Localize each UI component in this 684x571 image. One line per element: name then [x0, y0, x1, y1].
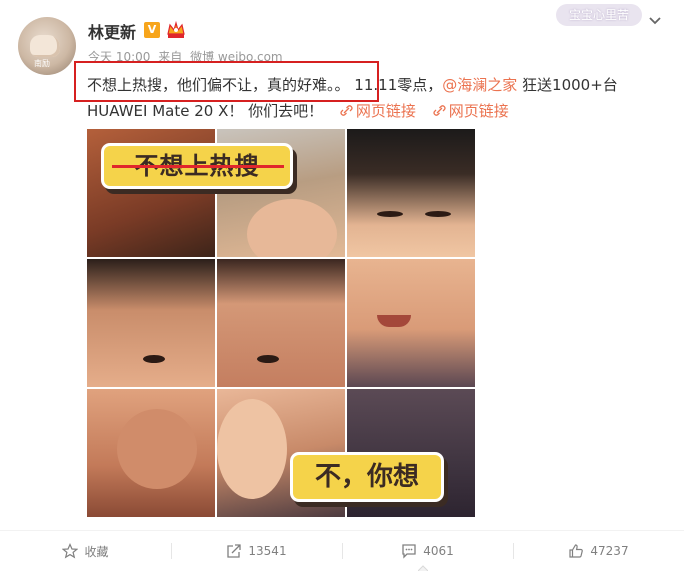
- thumbs-up-icon: [569, 544, 584, 558]
- image-tile-7[interactable]: [87, 389, 215, 517]
- link-icon: [433, 105, 446, 116]
- web-link-2-label: 网页链接: [448, 102, 509, 120]
- comment-icon: [402, 544, 416, 559]
- mention-link[interactable]: @海澜之家: [442, 76, 517, 94]
- web-link-1[interactable]: 网页链接: [328, 102, 416, 120]
- like-count: 47237: [590, 544, 629, 558]
- image-tile-4[interactable]: [87, 259, 215, 387]
- crown-icon[interactable]: [166, 20, 186, 39]
- red-highlight-box: [74, 61, 379, 102]
- image-tile-6[interactable]: [347, 259, 475, 387]
- username[interactable]: 林更新: [88, 19, 136, 43]
- link-icon: [340, 105, 353, 116]
- avatar[interactable]: 南励: [18, 17, 76, 75]
- favorite-label: 收藏: [84, 544, 109, 559]
- image-tile-5[interactable]: [217, 259, 345, 387]
- post-text-part2: 狂送1000+台: [517, 76, 618, 94]
- strikethrough-line: [112, 165, 284, 168]
- image-banner-bottom: 不，你想: [293, 455, 441, 499]
- post-text-line2: HUAWEI Mate 20 X！ 你们去吧！: [87, 102, 324, 120]
- avatar-tag: 南励: [34, 59, 50, 68]
- comment-caret-icon: [418, 565, 428, 571]
- image-grid: 不想上热搜 不，你想: [87, 129, 475, 517]
- repost-button[interactable]: 13541: [171, 531, 342, 571]
- star-icon: [62, 543, 79, 559]
- share-icon: [227, 544, 242, 558]
- verified-icon[interactable]: V: [144, 22, 160, 38]
- web-link-2[interactable]: 网页链接: [421, 102, 509, 120]
- repost-count: 13541: [248, 544, 287, 558]
- favorite-button[interactable]: 收藏: [0, 531, 171, 571]
- action-bar: 收藏 13541 4061 47237: [0, 531, 684, 571]
- avatar-hand-graphic: [30, 35, 60, 57]
- like-button[interactable]: 47237: [513, 531, 684, 571]
- comment-count: 4061: [423, 544, 454, 558]
- banner-bottom-text: 不，你想: [314, 462, 419, 492]
- image-banner-top: 不想上热搜: [104, 146, 290, 186]
- chevron-down-icon[interactable]: [648, 14, 662, 28]
- web-link-1-label: 网页链接: [355, 102, 416, 120]
- image-tile-3[interactable]: [347, 129, 475, 257]
- card-skin-label: 宝宝心里苦: [556, 4, 642, 26]
